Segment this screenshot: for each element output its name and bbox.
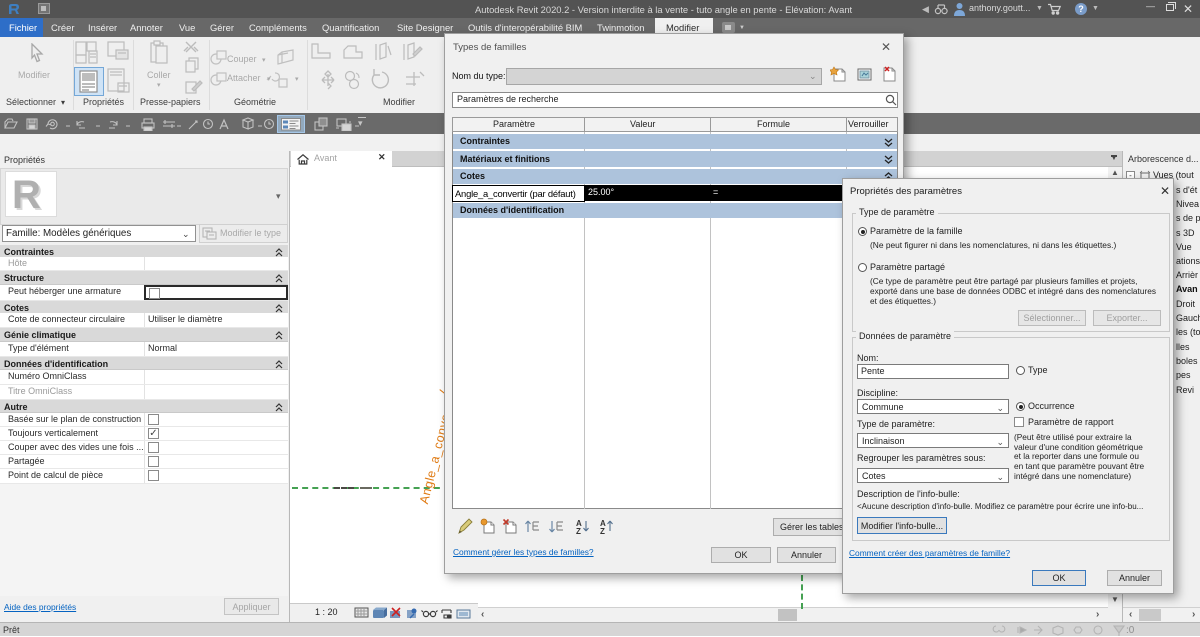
svg-text:Z: Z: [600, 527, 605, 536]
svg-text:Z: Z: [576, 527, 581, 536]
